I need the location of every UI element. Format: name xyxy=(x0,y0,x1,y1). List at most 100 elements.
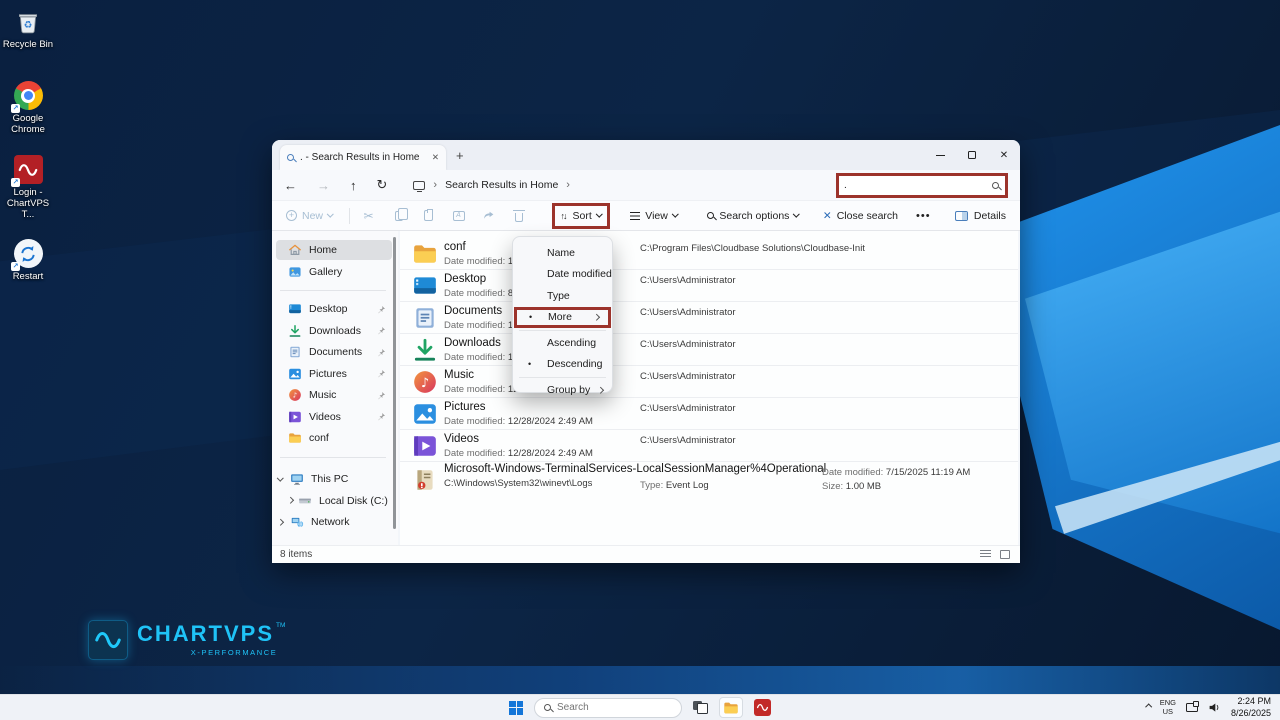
sidebar-label: Gallery xyxy=(309,266,342,278)
explorer-search-box-annotated[interactable] xyxy=(836,173,1008,198)
sidebar-item-network[interactable]: Network xyxy=(276,512,392,532)
file-list: conf Date modified: 12/27 C:\Program Fil… xyxy=(400,231,1018,545)
close-button[interactable]: ✕ xyxy=(988,140,1020,170)
speaker-icon[interactable] xyxy=(1208,701,1221,714)
rename-button[interactable]: A xyxy=(444,211,474,221)
menu-item-group-by[interactable]: Group by xyxy=(513,379,612,401)
view-button[interactable]: View xyxy=(622,210,685,222)
file-row-event-log[interactable]: Microsoft-Windows-TerminalServices-Local… xyxy=(400,462,1018,500)
share-button[interactable] xyxy=(474,209,504,222)
file-path: C:\Program Files\Cloudbase Solutions\Clo… xyxy=(640,243,865,254)
close-search-button[interactable]: ✕ Close search xyxy=(815,210,906,222)
menu-item-more-annotated[interactable]: • More xyxy=(514,307,611,329)
language-indicator[interactable]: ENG US xyxy=(1160,699,1176,716)
breadcrumb[interactable]: › Search Results in Home › xyxy=(413,179,570,191)
selected-bullet-icon: • xyxy=(529,312,532,322)
see-more-button[interactable]: ••• xyxy=(906,210,941,222)
network-icon[interactable] xyxy=(1186,703,1198,712)
back-button[interactable]: ← xyxy=(284,178,297,193)
sidebar-item-downloads[interactable]: Downloads xyxy=(276,321,392,341)
chevron-right-icon xyxy=(597,387,603,393)
explorer-tab[interactable]: . - Search Results in Home ✕ xyxy=(280,145,446,170)
sidebar-item-music[interactable]: Music xyxy=(276,385,392,405)
desktop-icon-login-chartvps[interactable]: ↗ Login - ChartVPS T... xyxy=(0,154,56,221)
start-button[interactable] xyxy=(509,701,523,715)
file-name: Documents xyxy=(444,305,502,317)
taskbar-search-input[interactable] xyxy=(557,702,689,713)
paste-button[interactable] xyxy=(414,210,444,221)
sidebar-item-gallery[interactable]: Gallery xyxy=(276,262,392,282)
sort-button-label: Sort xyxy=(573,210,592,222)
region-code: US xyxy=(1163,707,1173,716)
cut-button[interactable]: ✂ xyxy=(354,209,384,223)
sidebar-item-home[interactable]: Home xyxy=(276,240,392,260)
sort-button-annotated[interactable]: ↑↓ Sort xyxy=(552,203,611,229)
thumbnail-view-icon[interactable] xyxy=(1000,550,1010,559)
sidebar-separator xyxy=(280,457,386,458)
sidebar-item-local-disk-c[interactable]: Local Disk (C:) xyxy=(276,491,392,511)
search-options-button[interactable]: Search options xyxy=(699,210,807,222)
explorer-toolbar: + New ✂ A ↑↓ Sort View Search options ✕ … xyxy=(272,200,1020,231)
menu-item-name[interactable]: Name xyxy=(513,242,612,264)
copy-button[interactable] xyxy=(384,211,414,221)
refresh-button[interactable]: ↻ xyxy=(377,177,388,193)
file-path: C:\Windows\System32\winevt\Logs xyxy=(444,478,592,489)
tab-close-icon[interactable]: ✕ xyxy=(432,152,439,163)
date-modified-label: Date modified: xyxy=(444,352,505,363)
chevron-down-icon[interactable] xyxy=(277,474,283,480)
details-button[interactable]: Details xyxy=(955,210,1020,222)
desktop-icon-restart[interactable]: ↗ Restart xyxy=(0,238,56,283)
sidebar-item-pictures[interactable]: Pictures xyxy=(276,364,392,384)
menu-item-descending[interactable]: • Descending xyxy=(513,354,612,376)
sidebar-item-documents[interactable]: Documents xyxy=(276,342,392,362)
task-view-button[interactable] xyxy=(693,701,708,714)
taskbar-chartvps-app[interactable] xyxy=(754,699,771,716)
details-view-icon[interactable] xyxy=(980,550,991,559)
menu-item-ascending[interactable]: Ascending xyxy=(513,332,612,354)
new-button[interactable]: + New xyxy=(272,210,345,222)
sidebar-item-conf[interactable]: conf xyxy=(276,428,392,448)
explorer-search-input[interactable] xyxy=(839,180,992,191)
menu-item-type[interactable]: Type xyxy=(513,285,612,307)
forward-button[interactable]: → xyxy=(317,178,330,193)
desktop-icon-recycle-bin[interactable]: Recycle Bin xyxy=(0,6,56,51)
clock[interactable]: 2:24 PM 8/26/2025 xyxy=(1231,696,1271,719)
recycle-bin-icon xyxy=(15,9,41,35)
sort-dropdown-menu: Name Date modified Type • More Ascending… xyxy=(512,236,613,393)
desktop-icon-label: Login - ChartVPS T... xyxy=(0,188,56,221)
menu-item-date-modified[interactable]: Date modified xyxy=(513,264,612,286)
pin-icon xyxy=(377,369,386,378)
maximize-button[interactable] xyxy=(956,140,988,170)
file-row-videos[interactable]: Videos Date modified: 12/28/2024 2:49 AM… xyxy=(400,430,1018,462)
file-row-music[interactable]: Music Date modified: 12/28 C:\Users\Admi… xyxy=(400,366,1018,398)
sidebar-scrollbar[interactable] xyxy=(393,237,396,529)
file-row-conf[interactable]: conf Date modified: 12/27 C:\Program Fil… xyxy=(400,238,1018,270)
chevron-right-icon[interactable] xyxy=(277,519,283,525)
desktop-icon-google-chrome[interactable]: ↗ Google Chrome xyxy=(0,80,56,136)
breadcrumb-location[interactable]: Search Results in Home xyxy=(445,179,558,191)
sidebar-label: Downloads xyxy=(309,325,361,337)
file-row-desktop[interactable]: Desktop Date modified: 8/20/2 C:\Users\A… xyxy=(400,270,1018,302)
file-row-downloads[interactable]: Downloads Date modified: 12/28 C:\Users\… xyxy=(400,334,1018,366)
chevron-down-icon xyxy=(793,211,799,217)
pin-icon xyxy=(377,391,386,400)
sine-wave-icon xyxy=(756,701,769,714)
file-row-pictures[interactable]: Pictures Date modified: 12/28/2024 2:49 … xyxy=(400,398,1018,430)
file-row-documents[interactable]: Documents Date modified: 12/28 C:\Users\… xyxy=(400,302,1018,334)
file-name: Pictures xyxy=(444,401,486,413)
sidebar-item-desktop[interactable]: Desktop xyxy=(276,299,392,319)
chevron-right-icon[interactable] xyxy=(287,497,293,503)
chevron-right-icon: › xyxy=(433,179,437,191)
up-button[interactable]: ↑ xyxy=(350,178,357,193)
minimize-button[interactable] xyxy=(924,140,956,170)
delete-button[interactable] xyxy=(504,210,534,222)
taskbar-search[interactable] xyxy=(534,698,682,718)
new-tab-button[interactable]: + xyxy=(456,148,464,163)
menu-item-label: Date modified xyxy=(547,268,612,280)
tray-chevron-up-icon[interactable] xyxy=(1146,704,1152,710)
sidebar-item-videos[interactable]: Videos xyxy=(276,407,392,427)
sidebar-item-this-pc[interactable]: This PC xyxy=(276,469,392,489)
brand-name: CHARTVPS xyxy=(137,623,274,645)
menu-item-label: Descending xyxy=(547,358,602,370)
taskbar-file-explorer[interactable] xyxy=(719,697,743,718)
